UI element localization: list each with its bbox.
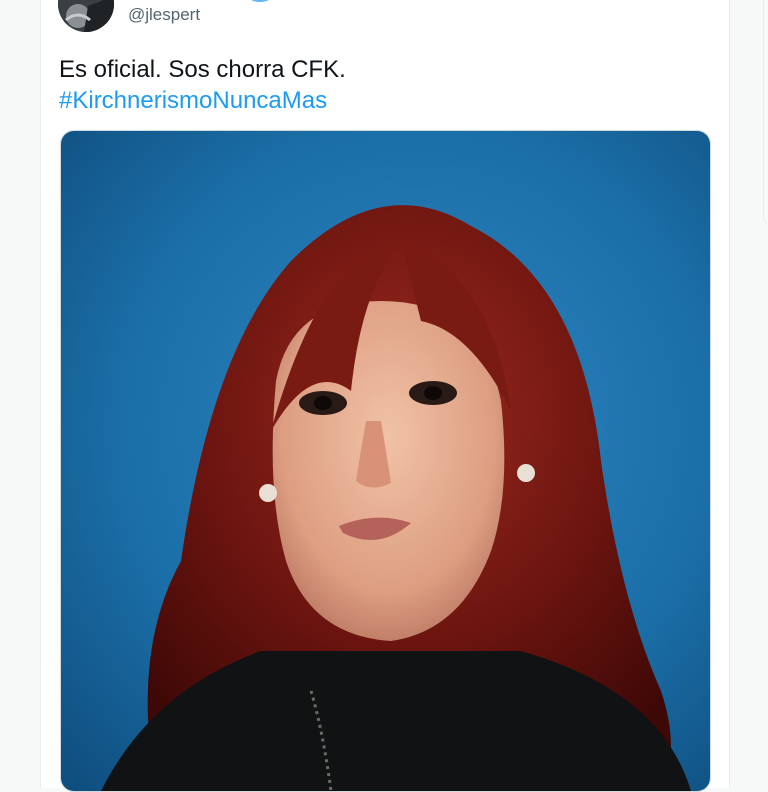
tweet-photo[interactable]: [60, 130, 711, 792]
tweet-body: Es oficial. Sos chorra CFK.: [59, 56, 346, 83]
hashtag-link[interactable]: #KirchnerismoNuncaMas: [59, 85, 346, 116]
photo-portrait: [61, 131, 710, 791]
tweet-text: Es oficial. Sos chorra CFK. #Kirchnerism…: [59, 54, 346, 116]
adjacent-card-edge: [763, 0, 768, 226]
user-handle[interactable]: @jlespert: [128, 5, 200, 25]
right-column-background: [729, 0, 768, 768]
